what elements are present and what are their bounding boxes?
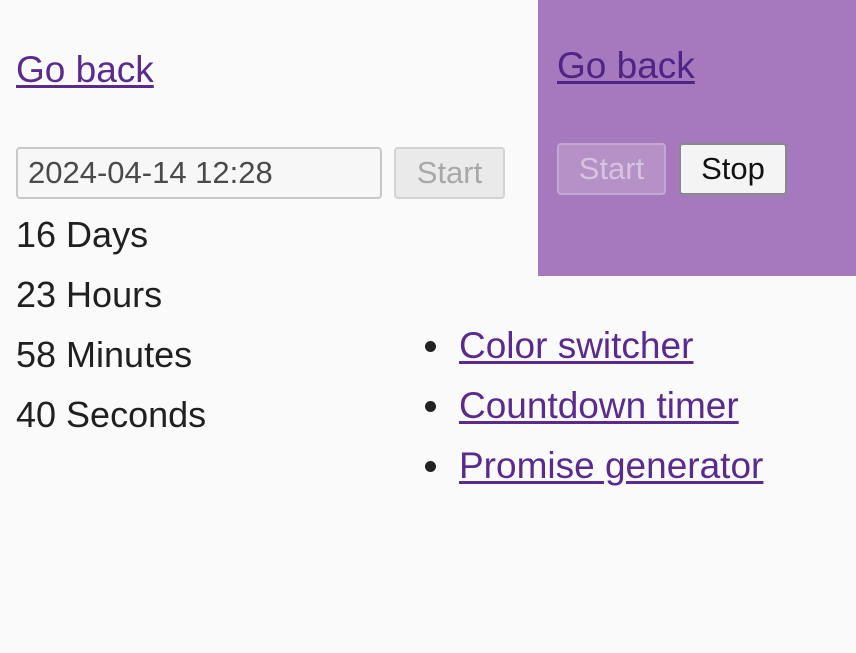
nav-list: Color switcher Countdown timer Promise g… [425,316,763,496]
go-back-link[interactable]: Go back [557,44,695,88]
stop-button[interactable]: Stop [679,143,787,195]
bullet-icon [425,400,436,412]
color-switcher-link[interactable]: Color switcher [459,324,693,368]
promise-generator-link[interactable]: Promise generator [459,444,763,488]
go-back-link[interactable]: Go back [16,48,154,92]
bullet-icon [425,340,436,352]
bullet-icon [425,460,436,472]
start-button[interactable]: Start [394,147,505,199]
days-readout: 16 Days [16,214,149,255]
countdown-readouts: 16 Days 23 Hours 58 Minutes 40 Seconds [16,205,206,445]
start-button[interactable]: Start [557,143,666,195]
hours-readout: 23 Hours [16,274,163,315]
seconds-readout: 40 Seconds [16,394,207,435]
page: Go back Start 16 Days 23 Hours 58 Minute… [0,0,856,653]
countdown-timer-link[interactable]: Countdown timer [459,384,739,428]
list-item: Promise generator [425,436,763,496]
list-item: Color switcher [425,316,763,376]
color-switcher-panel: Go back Start Stop [538,0,856,276]
list-item: Countdown timer [425,376,763,436]
date-time-input[interactable] [16,147,382,199]
minutes-readout: 58 Minutes [16,334,193,375]
